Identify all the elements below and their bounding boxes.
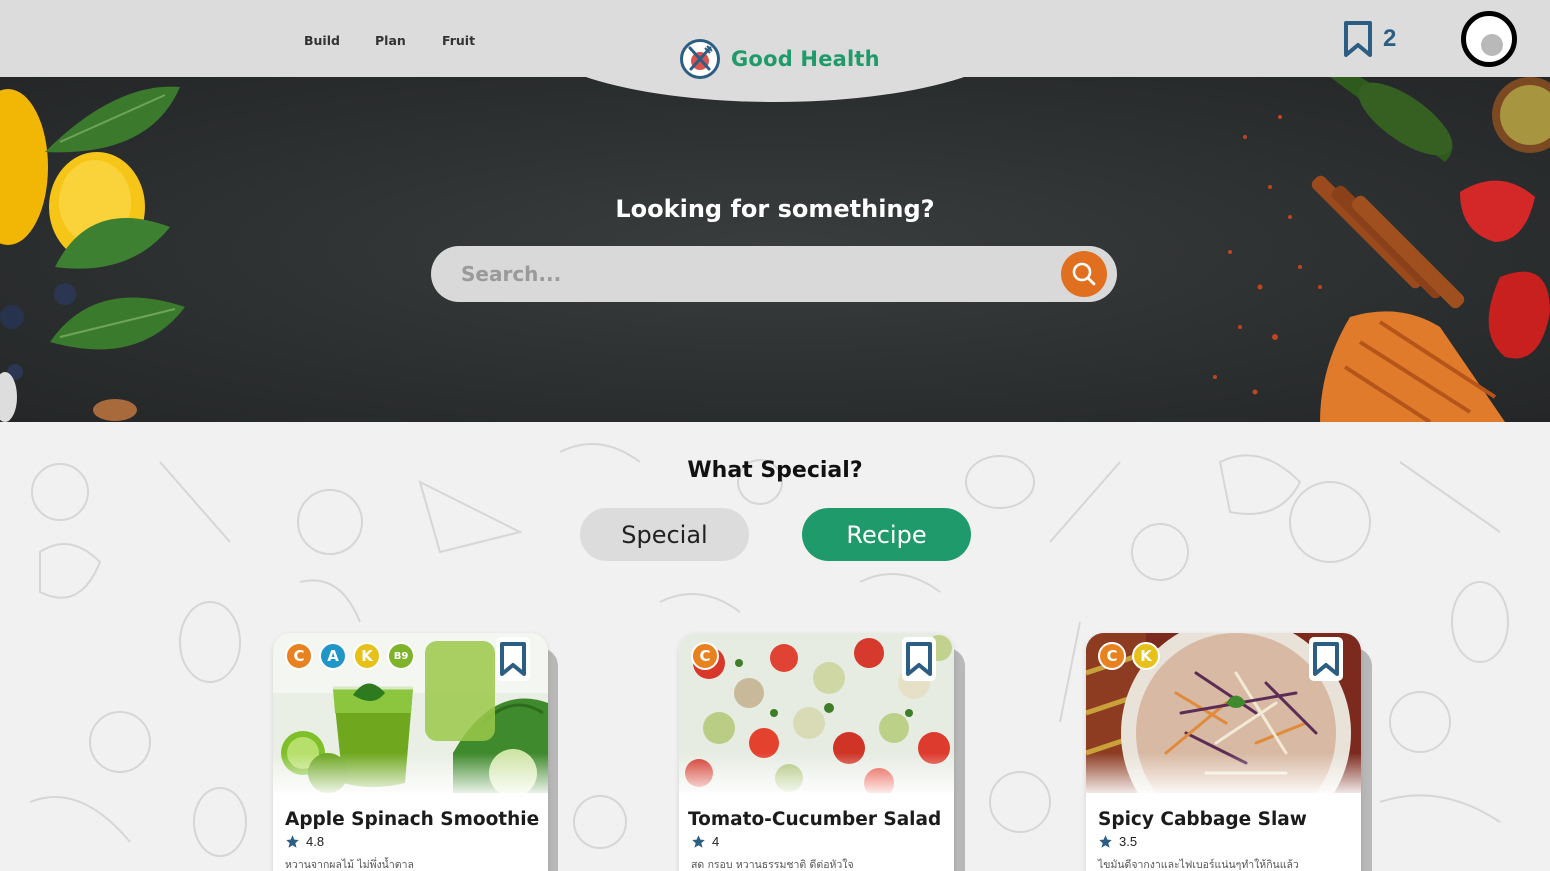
recipe-card-tomato-cucumber-salad[interactable]: C Tomato-Cucumber Salad 4 สด กรอบ หวานธร…	[679, 633, 954, 871]
search-button[interactable]	[1061, 251, 1107, 297]
card-description: ไขมันดีจากงาและไฟเบอร์แน่นๆทำให้กินแล้ว	[1098, 859, 1299, 871]
search-bar	[431, 246, 1117, 302]
user-avatar[interactable]	[1461, 11, 1517, 67]
vitamin-badge: C	[285, 642, 313, 670]
hero-banner: Looking for something?	[0, 77, 1550, 422]
bookmark-icon	[906, 642, 932, 676]
vitamin-badge: K	[353, 642, 381, 670]
bookmark-icon	[1313, 642, 1339, 676]
card-bookmark-button[interactable]	[902, 637, 936, 681]
card-rating: 4.8	[285, 834, 324, 849]
vitamin-badges: C A K B9	[285, 642, 415, 670]
bookmark-icon	[1344, 21, 1372, 57]
special-section: What Special? Special Recipe C A K B9 Ap…	[0, 422, 1550, 871]
vitamin-badge: C	[691, 642, 719, 670]
card-bookmark-button[interactable]	[1309, 637, 1343, 681]
image-fade	[679, 753, 954, 798]
rating-value: 4.8	[306, 834, 325, 849]
star-icon	[1099, 835, 1112, 848]
brand-name: Good Health	[731, 47, 880, 71]
search-icon	[1072, 262, 1096, 286]
star-icon	[692, 835, 705, 848]
section-title: What Special?	[687, 458, 863, 483]
nav-link-fruit[interactable]: Fruit	[442, 33, 475, 48]
recipe-card-spicy-cabbage-slaw[interactable]: C K Spicy Cabbage Slaw 3.5 ไขมันดีจากงาแ…	[1086, 633, 1361, 871]
search-input[interactable]	[461, 246, 1051, 302]
tab-special[interactable]: Special	[580, 508, 749, 561]
tab-recipe[interactable]: Recipe	[802, 508, 971, 561]
card-title: Apple Spinach Smoothie	[285, 809, 540, 830]
card-title: Tomato-Cucumber Salad	[688, 809, 942, 830]
star-icon	[286, 835, 299, 848]
saved-bookmarks-button[interactable]: 2	[1343, 20, 1396, 58]
brand-logo-link[interactable]: Good Health	[679, 38, 880, 80]
avatar-placeholder-icon	[1481, 34, 1503, 56]
vitamin-badge: K	[1132, 642, 1160, 670]
bookmark-count: 2	[1383, 25, 1397, 52]
vitamin-badge: A	[319, 642, 347, 670]
recipe-card-apple-spinach-smoothie[interactable]: C A K B9 Apple Spinach Smoothie 4.8 หวาน…	[273, 633, 548, 871]
vitamin-badge: B9	[387, 642, 415, 670]
vitamin-badge: C	[1098, 642, 1126, 670]
card-description: สด กรอบ หวานธรรมชาติ ดีต่อหัวใจ	[691, 859, 854, 871]
card-rating: 3.5	[1098, 834, 1137, 849]
rating-value: 3.5	[1119, 834, 1138, 849]
hero-title: Looking for something?	[615, 195, 935, 223]
fork-knife-logo-icon	[680, 39, 720, 79]
nav-link-plan[interactable]: Plan	[375, 33, 406, 48]
nav-link-build[interactable]: Build	[304, 33, 340, 48]
vitamin-badges: C K	[1098, 642, 1160, 670]
image-fade	[273, 753, 548, 798]
image-fade	[1086, 753, 1361, 798]
vitamin-badges: C	[691, 642, 719, 670]
bookmark-icon	[500, 642, 526, 676]
card-description: หวานจากผลไม้ ไม่พึ่งน้ำตาล	[285, 859, 414, 871]
card-title: Spicy Cabbage Slaw	[1098, 809, 1307, 830]
card-rating: 4	[691, 834, 719, 849]
rating-value: 4	[712, 834, 720, 849]
card-bookmark-button[interactable]	[496, 637, 530, 681]
